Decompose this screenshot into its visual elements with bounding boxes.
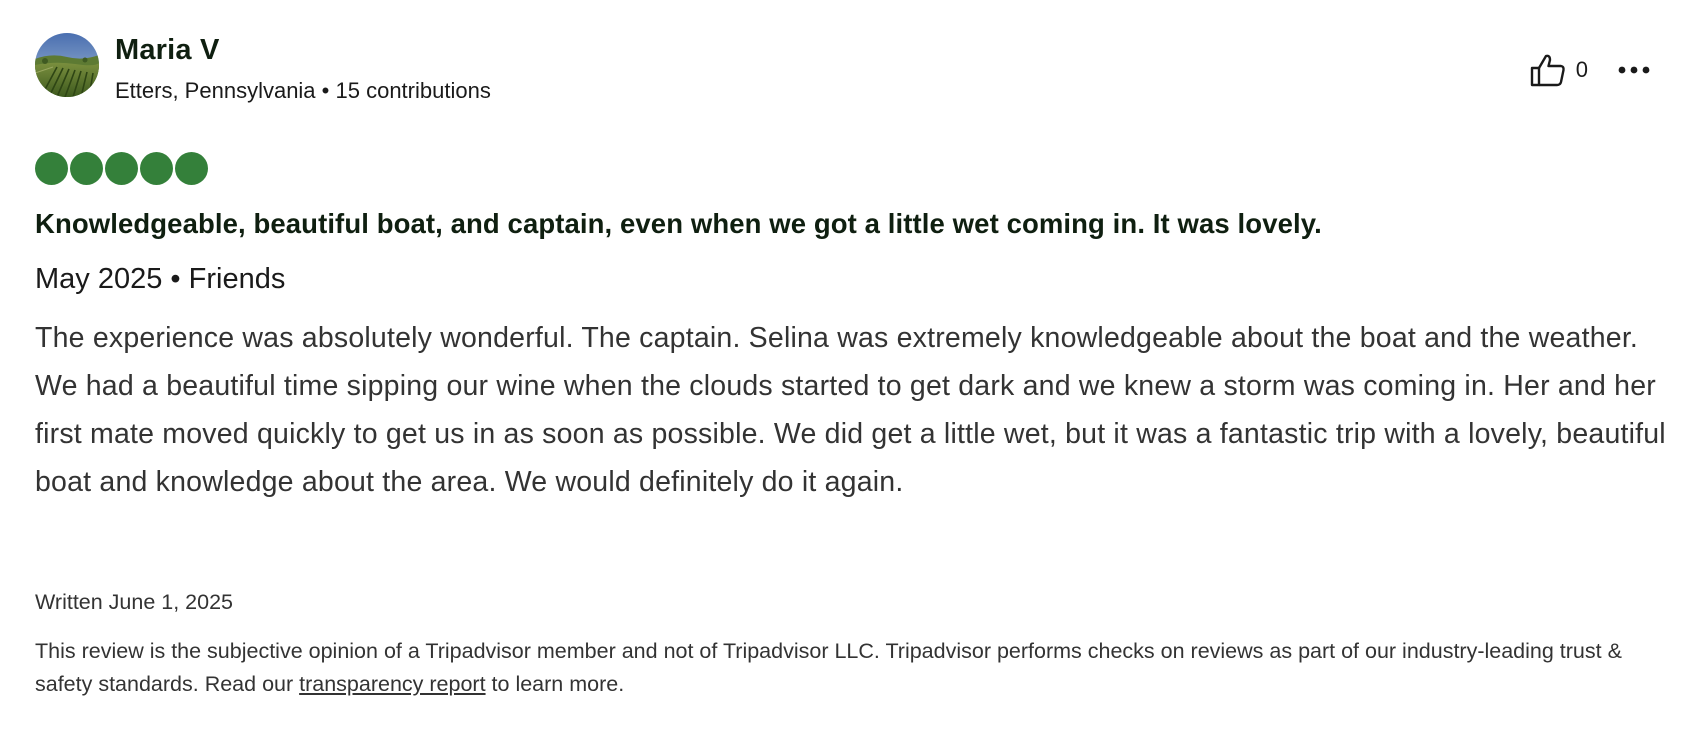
review-card: Maria V Etters, Pennsylvania • 15 contri… [0,0,1700,730]
review-body: The experience was absolutely wonderful.… [35,322,1666,498]
review-header: Maria V Etters, Pennsylvania • 15 contri… [35,33,491,106]
review-trip-date: May 2025 • Friends [35,263,286,295]
rating-bubbles [35,152,210,185]
user-meta: Etters, Pennsylvania • 15 contributions [115,76,491,106]
review-disclaimer: This review is the subjective opinion of… [35,635,1675,701]
user-name[interactable]: Maria V [115,31,491,69]
more-options-icon [1618,66,1650,74]
rating-bubble-icon [35,152,68,185]
more-options-button[interactable] [1618,66,1650,74]
avatar[interactable] [35,33,99,97]
meta-separator: • [321,78,330,103]
transparency-report-link[interactable]: transparency report [299,672,485,696]
thumbs-up-icon [1530,54,1565,87]
user-location: Etters, Pennsylvania [115,78,316,103]
rating-bubble-icon [140,152,173,185]
vineyard-landscape-avatar-image [35,33,99,97]
rating-bubble-icon [105,152,138,185]
review-actions: 0 [1530,53,1650,87]
user-contributions: 15 contributions [335,78,491,103]
review-title: Knowledgeable, beautiful boat, and capta… [35,208,1322,239]
disclaimer-text: This review is the subjective opinion of… [35,639,1622,696]
helpful-count: 0 [1575,57,1588,82]
rating-bubble-icon [70,152,103,185]
disclaimer-text-end: to learn more. [485,672,625,696]
helpful-vote-button[interactable]: 0 [1530,53,1588,87]
rating-bubble-icon [175,152,208,185]
user-info: Maria V Etters, Pennsylvania • 15 contri… [115,31,491,106]
written-date: Written June 1, 2025 [35,590,234,614]
